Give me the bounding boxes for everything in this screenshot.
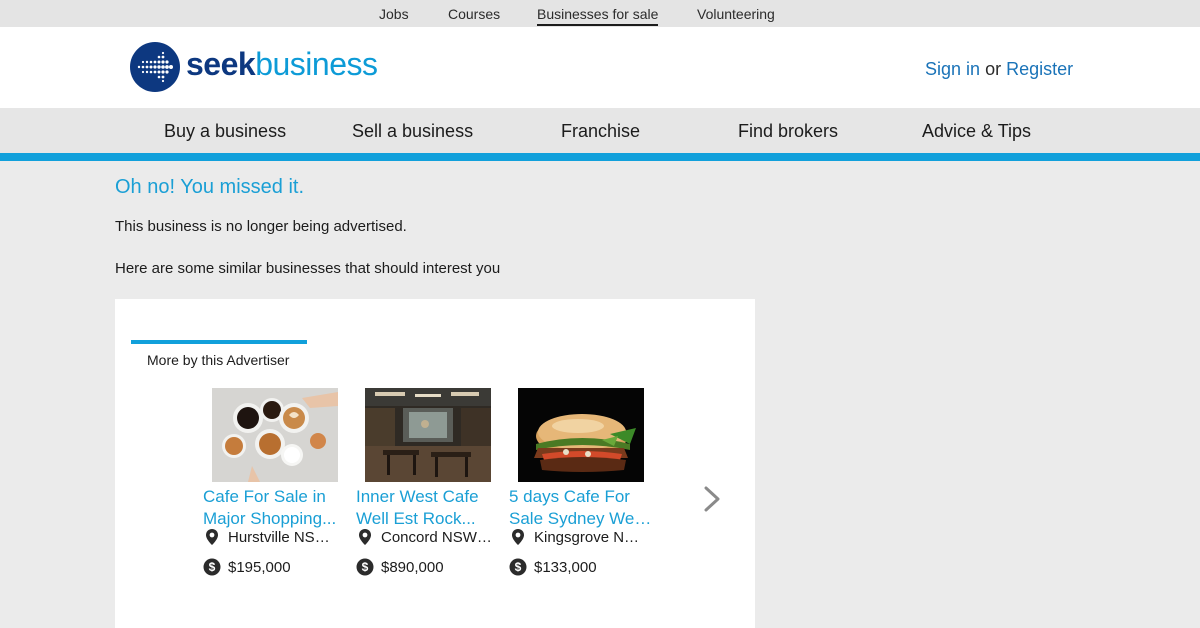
nav-buy-a-business[interactable]: Buy a business	[164, 121, 286, 141]
listing-price-text: $133,000	[534, 559, 597, 576]
sign-in-link[interactable]: Sign in	[925, 59, 980, 79]
listing-image-burger[interactable]	[518, 388, 644, 482]
nav-find-brokers[interactable]: Find brokers	[738, 121, 838, 141]
tab-more-by-advertiser[interactable]: More by this Advertiser	[147, 352, 289, 368]
listing-title-link[interactable]: Inner West Cafe Well Est Rock...	[356, 486, 504, 530]
nav-accent-bar	[0, 153, 1200, 161]
dollar-icon: $	[356, 558, 374, 576]
listing-price: $ $890,000	[356, 557, 496, 577]
topbar-link-volunteering[interactable]: Volunteering	[697, 6, 775, 22]
map-pin-icon	[206, 529, 218, 545]
listing-price-text: $890,000	[381, 559, 444, 576]
listing-title-link[interactable]: 5 days Cafe For Sale Sydney Wes...	[509, 486, 657, 530]
nav-franchise[interactable]: Franchise	[561, 121, 640, 141]
map-pin-icon	[359, 529, 371, 545]
svg-text:$: $	[362, 560, 369, 574]
listing-title-link[interactable]: Cafe For Sale in Major Shopping...	[203, 486, 351, 530]
similar-listings-panel: More by this Advertiser Cafe For Sale in…	[115, 299, 755, 628]
register-link[interactable]: Register	[1006, 59, 1073, 79]
listing-location-text: Hurstville NSW...	[228, 529, 340, 546]
listing-price: $ $195,000	[203, 557, 343, 577]
site-header: seekbusiness Sign in or Register	[0, 27, 1200, 108]
listing-location: Kingsgrove NS...	[509, 527, 649, 547]
listing-price-text: $195,000	[228, 559, 291, 576]
similar-businesses-intro: Here are some similar businesses that sh…	[115, 260, 501, 277]
map-pin-icon	[512, 529, 524, 545]
listing-price: $ $133,000	[509, 557, 649, 577]
listing-image-coffee-cups[interactable]	[212, 388, 338, 482]
nav-advice-and-tips[interactable]: Advice & Tips	[922, 121, 1031, 141]
topbar-link-businesses-for-sale[interactable]: Businesses for sale	[537, 6, 659, 26]
seek-dotted-arrow-icon[interactable]	[130, 42, 180, 92]
svg-text:$: $	[209, 560, 216, 574]
listing-title-line1: Inner West Cafe	[356, 487, 479, 506]
dollar-icon: $	[203, 558, 221, 576]
tab-active-indicator	[131, 340, 307, 344]
logo-text-business: business	[255, 46, 378, 82]
svg-text:$: $	[515, 560, 522, 574]
top-utility-bar: Jobs Courses Businesses for sale Volunte…	[0, 0, 1200, 27]
no-longer-advertised-text: This business is no longer being adverti…	[115, 218, 407, 235]
listing-title-line1: 5 days Cafe For	[509, 487, 630, 506]
auth-or-text: or	[985, 59, 1002, 79]
listing-image-cafe-interior[interactable]	[365, 388, 491, 482]
topbar-link-courses[interactable]: Courses	[448, 6, 500, 22]
dollar-icon: $	[509, 558, 527, 576]
listing-location-text: Concord NSW ...	[381, 529, 493, 546]
topbar-link-jobs[interactable]: Jobs	[379, 6, 409, 22]
main-navigation: Buy a business Sell a business Franchise…	[0, 108, 1200, 153]
page-headline: Oh no! You missed it.	[115, 176, 305, 198]
nav-sell-a-business[interactable]: Sell a business	[352, 121, 473, 141]
chevron-right-icon[interactable]	[700, 484, 724, 514]
logo-text-seek: seek	[186, 46, 256, 82]
listing-location-text: Kingsgrove NS...	[534, 529, 646, 546]
auth-links: Sign in or Register	[925, 58, 1073, 80]
listing-title-line1: Cafe For Sale in	[203, 487, 326, 506]
seekbusiness-logo[interactable]: seekbusiness	[186, 44, 378, 84]
listing-location: Hurstville NSW...	[203, 527, 343, 547]
listing-location: Concord NSW ...	[356, 527, 496, 547]
